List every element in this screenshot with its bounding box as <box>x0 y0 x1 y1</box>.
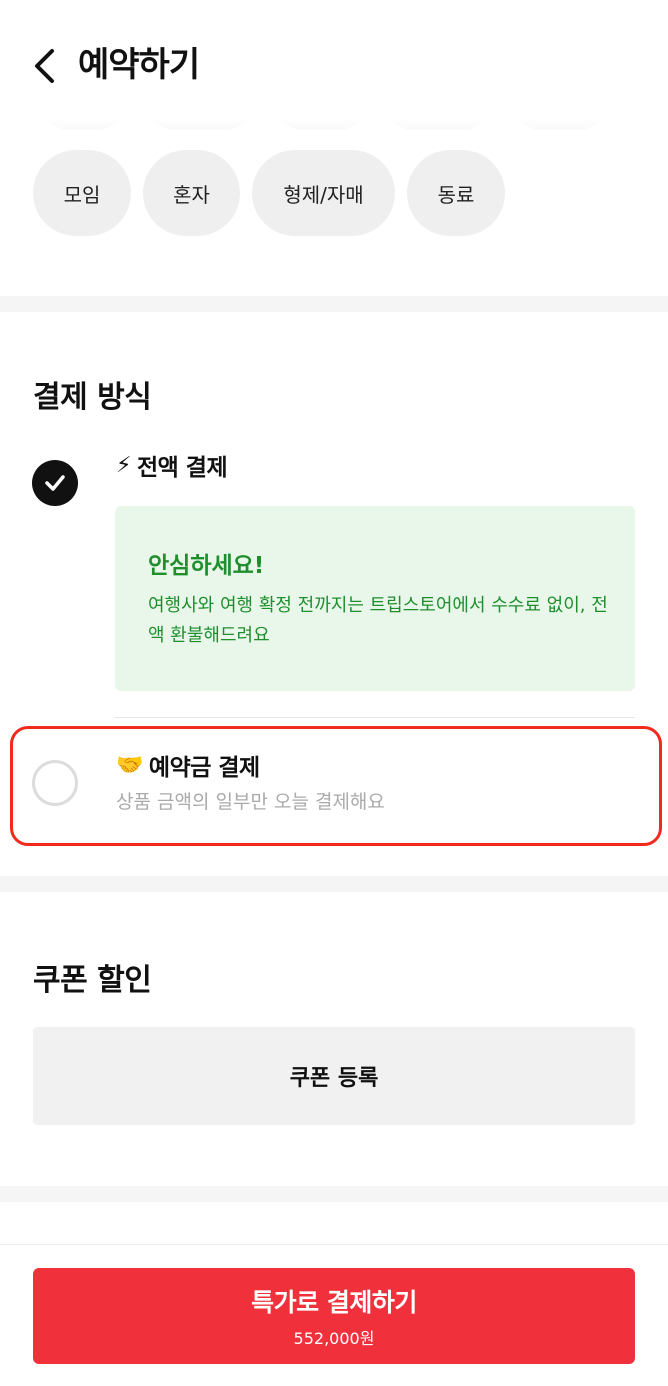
checkout-footer: 특가로 결제하기 552,000원 <box>0 1244 668 1386</box>
chip-group[interactable]: 모임 <box>33 150 131 236</box>
chip-colleague[interactable]: 동료 <box>407 150 505 236</box>
pay-button-price: 552,000원 <box>293 1329 375 1348</box>
option-divider <box>115 717 635 718</box>
companion-chips-section: 모임 혼자 형제/자매 동료 <box>0 118 668 296</box>
deposit-payment-label: 예약금 결제 <box>148 755 260 781</box>
section-divider <box>0 296 668 312</box>
section-divider <box>0 1186 668 1202</box>
payment-section-title: 결제 방식 <box>33 380 152 415</box>
chevron-left-icon[interactable] <box>30 46 60 86</box>
full-payment-option[interactable]: ⚡ 전액 결제 <box>116 448 228 482</box>
pay-button[interactable]: 특가로 결제하기 552,000원 <box>33 1268 635 1364</box>
scroll-fade <box>0 118 668 148</box>
chip-alone[interactable]: 혼자 <box>143 150 240 236</box>
header: 예약하기 <box>0 0 668 118</box>
check-icon <box>45 475 65 491</box>
info-text: 여행사와 여행 확정 전까지는 트립스토어에서 수수료 없이, 전액 환불해드려… <box>148 595 608 646</box>
info-title: 안심하세요! <box>148 553 265 579</box>
full-payment-label: 전액 결제 <box>136 455 228 481</box>
deposit-payment-radio[interactable] <box>32 760 78 806</box>
handshake-icon: 🤝 <box>116 752 143 778</box>
coupon-section-title: 쿠폰 할인 <box>33 963 152 998</box>
chip-siblings[interactable]: 형제/자매 <box>252 150 395 236</box>
page-title: 예약하기 <box>78 45 200 85</box>
deposit-payment-option[interactable]: 🤝 예약금 결제 <box>116 748 260 782</box>
deposit-payment-description: 상품 금액의 일부만 오늘 결제해요 <box>116 791 385 813</box>
section-divider <box>0 876 668 892</box>
refund-info-box: 안심하세요! 여행사와 여행 확정 전까지는 트립스토어에서 수수료 없이, 전… <box>115 506 635 691</box>
lightning-icon: ⚡ <box>116 452 131 478</box>
full-payment-radio[interactable] <box>32 460 78 506</box>
coupon-register-button[interactable]: 쿠폰 등록 <box>33 1027 635 1125</box>
deposit-option-highlight <box>10 726 662 846</box>
pay-button-label: 특가로 결제하기 <box>251 1288 417 1317</box>
